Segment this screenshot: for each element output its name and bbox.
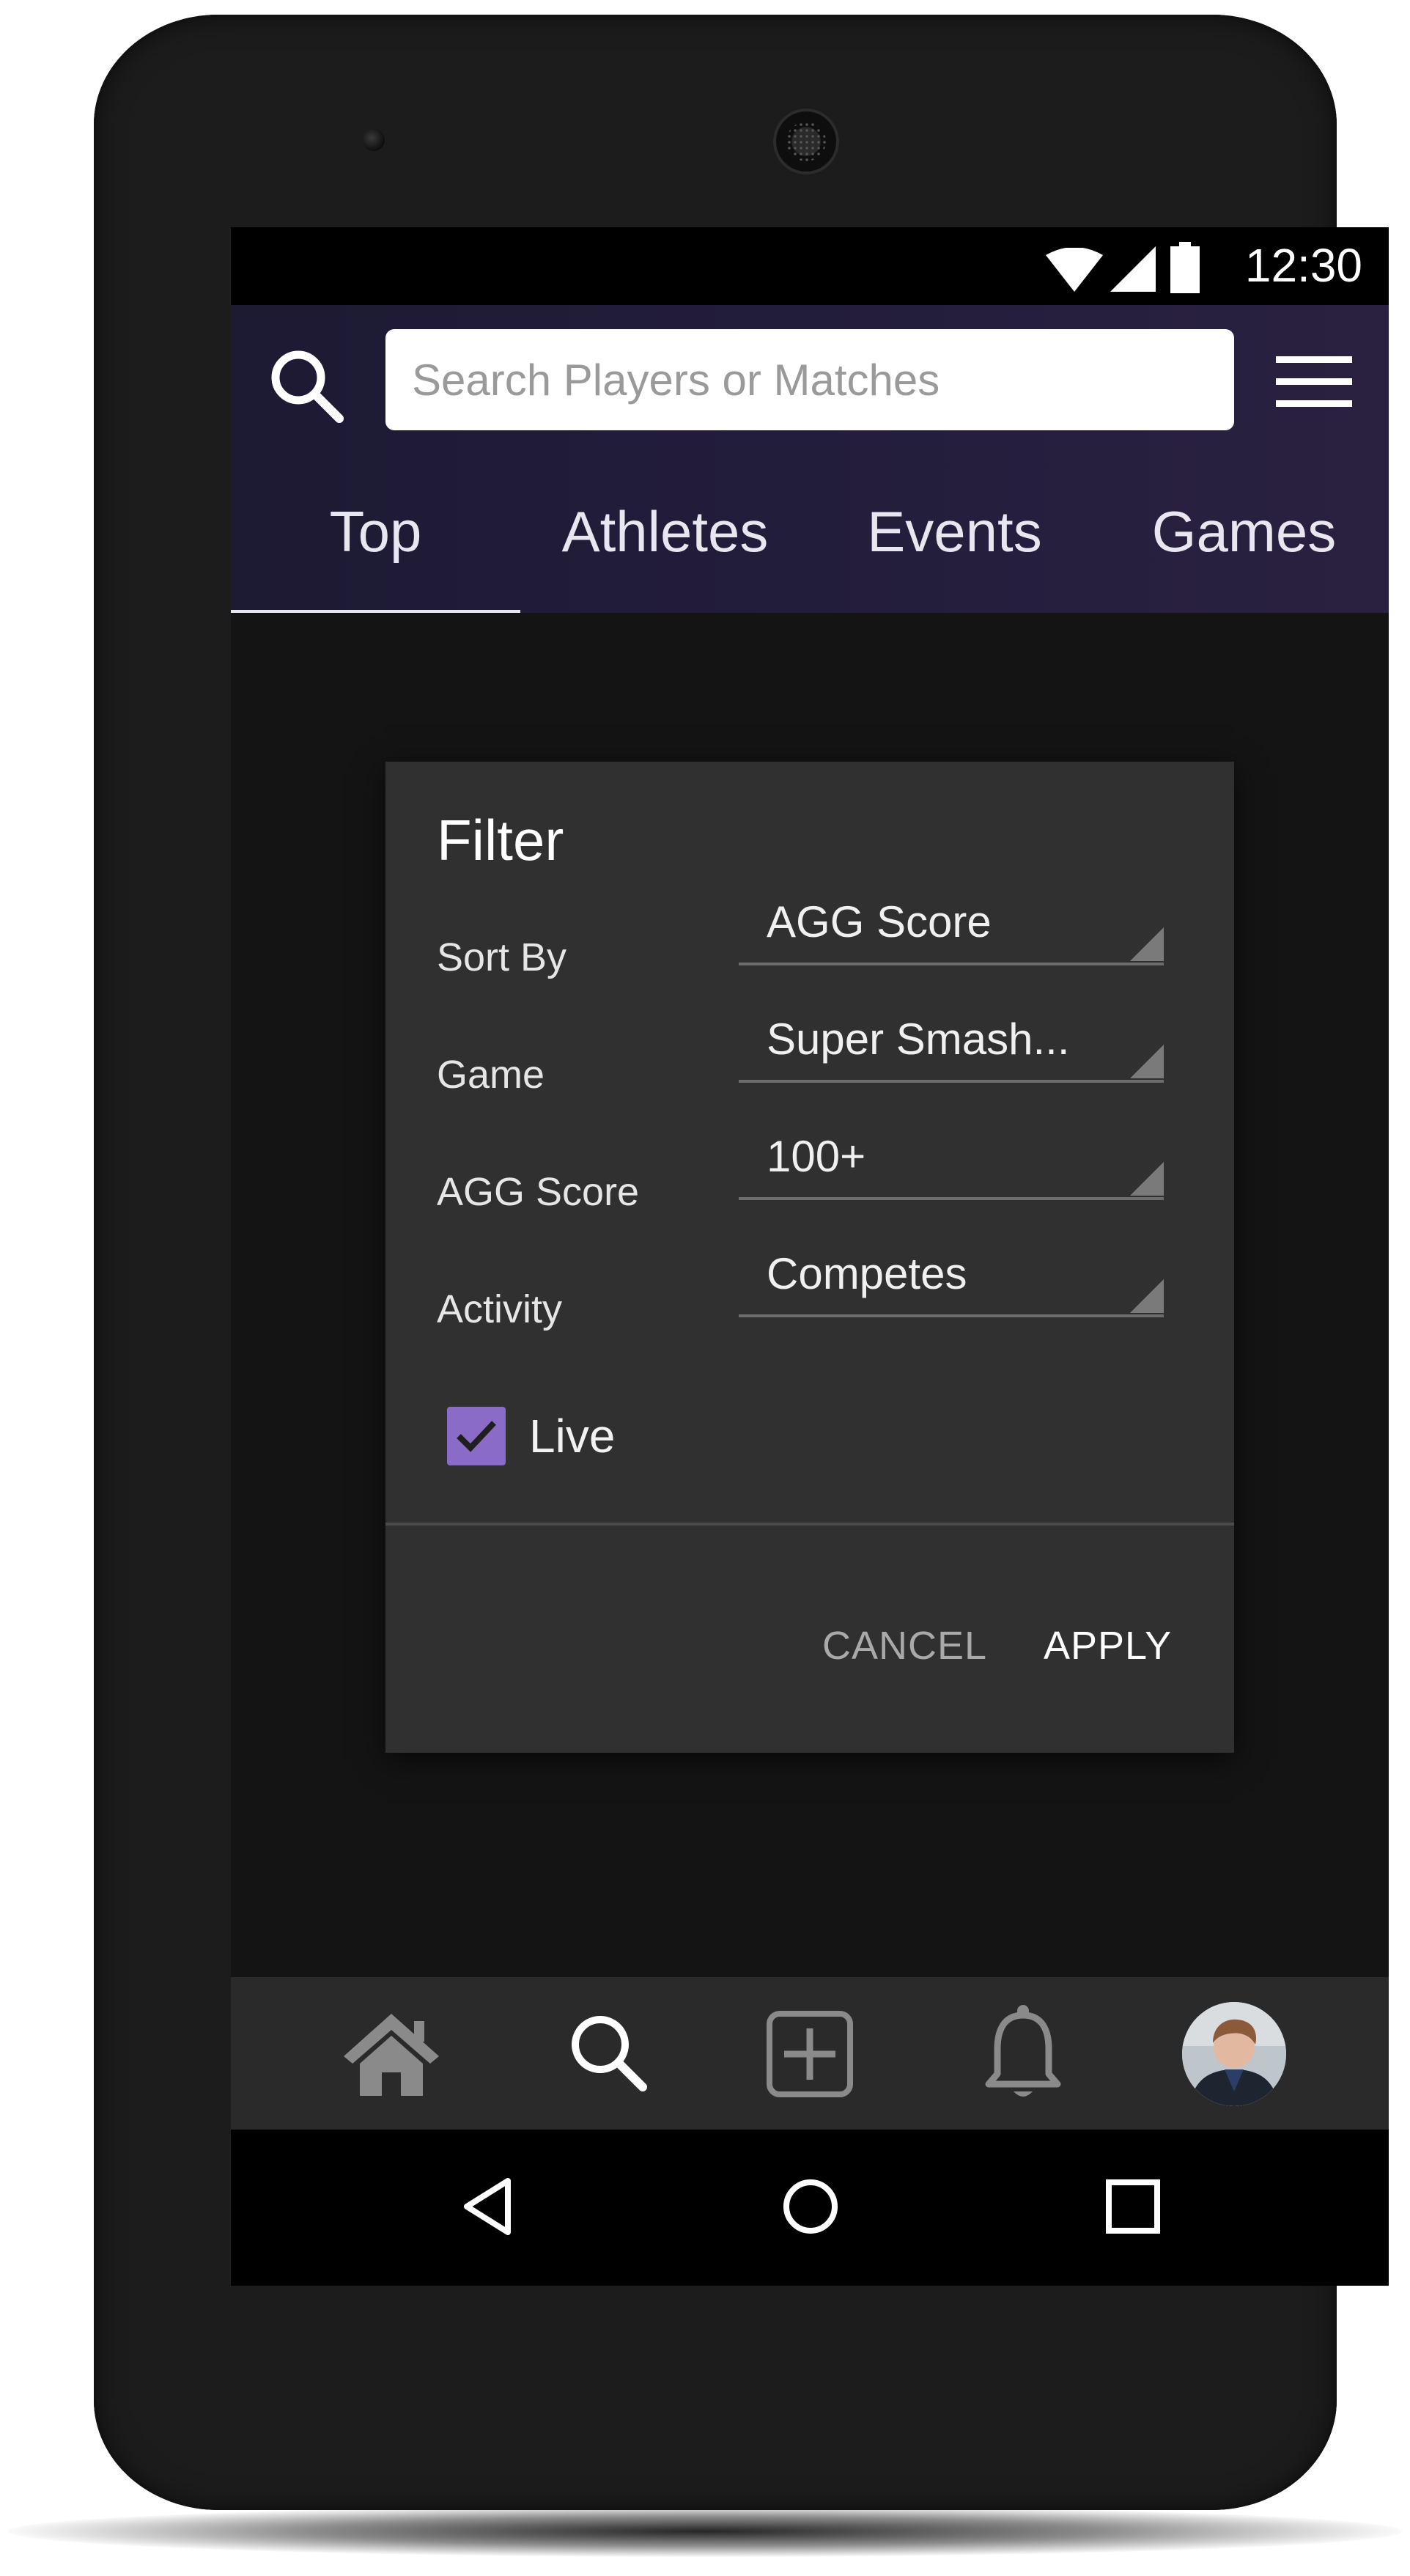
- tab-events[interactable]: Events: [810, 471, 1099, 613]
- home-icon: [344, 2014, 439, 2096]
- home-circle-icon: [783, 2179, 838, 2234]
- filter-dialog: Filter Sort By AGG Score Game Super Smas…: [385, 762, 1234, 1753]
- tab-games[interactable]: Games: [1099, 471, 1389, 613]
- agg-score-dropdown[interactable]: 100+: [739, 1118, 1164, 1200]
- nav-home[interactable]: [336, 2001, 446, 2111]
- live-label: Live: [529, 1410, 616, 1462]
- status-time: 12:30: [1244, 239, 1362, 292]
- live-checkbox[interactable]: [447, 1407, 506, 1465]
- system-nav-bar: [231, 2130, 1389, 2286]
- status-bar: 12:30: [231, 227, 1389, 305]
- nav-search[interactable]: [556, 2001, 666, 2111]
- dropdown-arrow-icon: [1130, 927, 1164, 961]
- user-photo-icon: [1182, 2002, 1286, 2106]
- nav-notifications[interactable]: [968, 2001, 1078, 2111]
- phone-frame: 12:30 Top Athletes Events: [94, 15, 1389, 2510]
- dropdown-value: Competes: [767, 1249, 967, 1298]
- checkmark-icon: [457, 1421, 496, 1452]
- earpiece-speaker: [773, 108, 839, 174]
- dropdown-arrow-icon: [1130, 1045, 1164, 1078]
- game-dropdown[interactable]: Super Smash...: [739, 1001, 1164, 1083]
- agg-score-label: AGG Score: [437, 1170, 640, 1214]
- dropdown-value: AGG Score: [767, 897, 992, 946]
- home-button[interactable]: [778, 2174, 844, 2240]
- search-button[interactable]: [266, 345, 347, 426]
- sort-by-dropdown[interactable]: AGG Score: [739, 883, 1164, 965]
- screen: 12:30 Top Athletes Events: [231, 227, 1389, 2286]
- profile-avatar[interactable]: [1182, 2002, 1286, 2106]
- add-icon: [767, 2011, 853, 2097]
- battery-icon: [1170, 242, 1200, 293]
- game-label: Game: [437, 1053, 545, 1097]
- cancel-button[interactable]: CANCEL: [822, 1623, 987, 1668]
- dropdown-value: Super Smash...: [767, 1015, 1070, 1064]
- bell-icon: [985, 2005, 1061, 2097]
- activity-dropdown[interactable]: Competes: [739, 1235, 1164, 1317]
- search-icon: [572, 2016, 647, 2091]
- nav-create[interactable]: [755, 2001, 865, 2111]
- app-header: Top Athletes Events Games: [231, 305, 1389, 613]
- dialog-divider: [385, 1523, 1234, 1526]
- bottom-nav: [231, 1977, 1389, 2130]
- tab-top[interactable]: Top: [231, 471, 520, 613]
- recents-button[interactable]: [1100, 2174, 1166, 2240]
- recents-square-icon: [1106, 2179, 1160, 2234]
- hamburger-menu-icon: [1276, 356, 1352, 407]
- dropdown-value: 100+: [767, 1132, 866, 1181]
- apply-button[interactable]: APPLY: [1044, 1623, 1172, 1668]
- activity-label: Activity: [437, 1287, 563, 1331]
- tab-bar: Top Athletes Events Games: [231, 471, 1389, 613]
- dropdown-arrow-icon: [1130, 1162, 1164, 1196]
- search-icon: [271, 350, 344, 423]
- dialog-title: Filter: [437, 808, 564, 872]
- tab-athletes[interactable]: Athletes: [520, 471, 810, 613]
- search-input[interactable]: [385, 329, 1234, 430]
- back-button[interactable]: [455, 2174, 521, 2240]
- back-triangle-icon: [464, 2178, 511, 2235]
- dropdown-arrow-icon: [1130, 1279, 1164, 1313]
- menu-button[interactable]: [1270, 350, 1355, 413]
- front-camera: [363, 129, 385, 151]
- signal-icon: [1110, 246, 1156, 292]
- sort-by-label: Sort By: [437, 935, 567, 979]
- wifi-icon: [1046, 248, 1103, 292]
- phone-shadow: [7, 2506, 1403, 2557]
